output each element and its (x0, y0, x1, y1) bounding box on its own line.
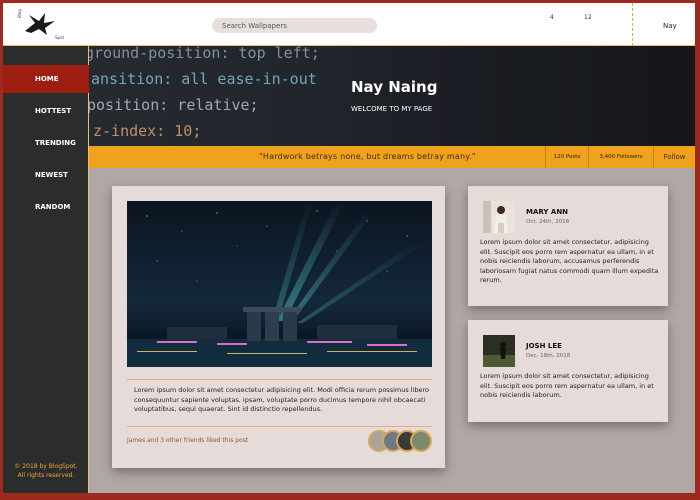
city-night-image-icon (127, 201, 432, 367)
app-frame: Blog Spot 4 12 Nay HOME HOTTEST TRENDING… (3, 3, 695, 493)
sidebar-item-label: HOTTEST (35, 107, 72, 115)
logo[interactable]: Blog Spot (15, 9, 65, 41)
banner-subtitle: WELCOME TO MY PAGE (351, 105, 433, 113)
sidebar-item-label: TRENDING (35, 139, 76, 147)
footer-copyright: © 2018 by BlogSpot. (14, 463, 78, 470)
profile-date: Dec. 18th, 2018 (526, 353, 571, 359)
person-photo-icon (483, 335, 515, 367)
sidebar-item-label: NEWEST (35, 171, 68, 179)
username[interactable]: Nay (663, 22, 677, 30)
liker-avatars[interactable] (368, 430, 438, 454)
banner-title: Nay Naing (351, 78, 438, 96)
notification-count-1[interactable]: 4 (550, 14, 554, 21)
sidebar-item-home[interactable]: HOME (3, 65, 89, 93)
post-card: Lorem ipsum dolor sit amet consectetur a… (112, 186, 445, 468)
code-line-4: z-index: 10; (93, 122, 202, 140)
hero-banner: ground-position: top left; ansition: all… (89, 46, 695, 146)
footer-rights: All rights reserved. (17, 472, 75, 479)
post-image[interactable] (127, 201, 432, 367)
code-line-2: ansition: all ease-in-out (91, 70, 317, 88)
code-line-3: position: relative; (89, 96, 259, 114)
banner-shade (319, 46, 695, 146)
sidebar-item-trending[interactable]: TRENDING (3, 129, 89, 157)
logo-text-top: Blog (16, 9, 22, 18)
person-photo-icon (483, 201, 515, 233)
profile-bio: Lorem ipsum dolor sit amet consectetur, … (480, 372, 654, 400)
avatar[interactable] (483, 335, 515, 367)
divider-top (127, 379, 432, 380)
profile-date: Oct. 24th, 2018 (526, 219, 570, 225)
logo-text-bottom: Spot (55, 35, 65, 40)
notification-count-2[interactable]: 12 (584, 14, 592, 21)
sidebar-item-label: HOME (35, 75, 59, 83)
quote-strip: "Hardwork betrays none, but dreams betra… (89, 146, 695, 168)
bird-logo-icon (25, 13, 55, 35)
profile-name[interactable]: JOSH LEE (526, 342, 562, 350)
follow-button-label: Follow (663, 153, 686, 161)
sidebar-item-random[interactable]: RANDOM (3, 193, 89, 221)
profile-bio: Lorem ipsum dolor sit amet consectetur, … (480, 238, 659, 285)
profile-name[interactable]: MARY ANN (526, 208, 568, 216)
likes-text: James and 3 other friends liked this pos… (127, 437, 249, 444)
avatar[interactable] (483, 201, 515, 233)
sidebar-item-hottest[interactable]: HOTTEST (3, 97, 89, 125)
avatar (410, 430, 432, 452)
post-body: Lorem ipsum dolor sit amet consectetur a… (134, 386, 430, 414)
followers-count-label: 3,400 Followers (599, 154, 643, 160)
divider-bottom (127, 426, 432, 427)
posts-count-label: 120 Posts (553, 154, 581, 160)
search-input[interactable] (212, 18, 377, 33)
sidebar: HOME HOTTEST TRENDING NEWEST RANDOM © 20… (3, 46, 89, 493)
profile-card-josh: JOSH LEE Dec. 18th, 2018 Lorem ipsum dol… (468, 320, 668, 422)
top-divider (632, 3, 633, 46)
top-bar: Blog Spot 4 12 Nay (3, 3, 695, 46)
sidebar-item-newest[interactable]: NEWEST (3, 161, 89, 189)
code-line-1: ground-position: top left; (89, 46, 320, 62)
sidebar-item-label: RANDOM (35, 203, 71, 211)
quote-text: "Hardwork betrays none, but dreams betra… (259, 152, 476, 161)
posts-count[interactable]: 120 Posts (545, 146, 588, 168)
follow-button[interactable]: Follow (653, 146, 695, 168)
profile-card-mary: MARY ANN Oct. 24th, 2018 Lorem ipsum dol… (468, 186, 668, 306)
followers-count[interactable]: 3,400 Followers (588, 146, 653, 168)
